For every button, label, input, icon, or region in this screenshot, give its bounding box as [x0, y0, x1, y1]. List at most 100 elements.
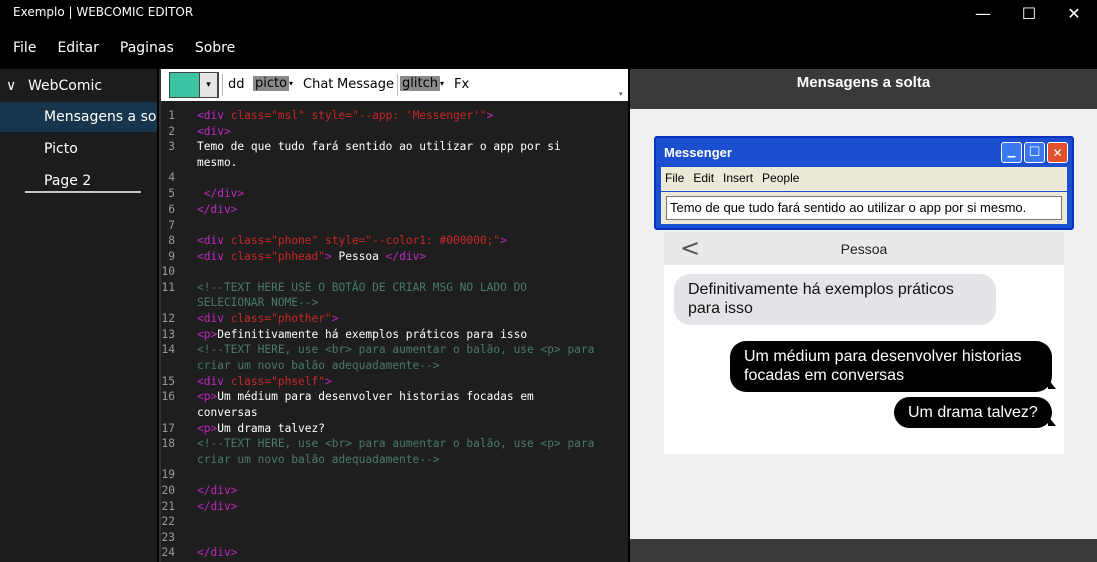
code-string: "msl" [271, 109, 312, 122]
window-title: Exemplo | WEBCOMIC EDITOR [13, 5, 194, 19]
messenger-status-field[interactable]: Temo de que tudo fará sentido ao utiliza… [666, 196, 1062, 220]
code-line: <div class="phone" style="--color1: #000… [197, 234, 628, 247]
code-string: "phhead" [271, 250, 325, 263]
code-line: <p>Um drama talvez? [197, 422, 628, 435]
code-line: <div> [197, 125, 231, 138]
code-comment: criar um novo balão adequadamente--> [197, 359, 440, 372]
minimize-icon: ▁ [1007, 147, 1016, 158]
messenger-menu-people[interactable]: People [762, 171, 799, 191]
phone-header: < Pessoa [664, 232, 1064, 265]
code-line: <div class="phother"> [197, 312, 628, 325]
line-number: 7 [168, 219, 175, 232]
message-line: Definitivamente há exemplos práticos [688, 281, 954, 298]
toolbar-divider [222, 74, 223, 96]
code-line: </div> [197, 203, 238, 216]
color-dropdown-button[interactable]: ▾ [199, 72, 218, 98]
messenger-menu-edit[interactable]: Edit [693, 171, 714, 191]
code-tag: > [331, 312, 339, 325]
messenger-maximize-button[interactable]: ☐ [1024, 142, 1045, 163]
menu-paginas[interactable]: Paginas [107, 34, 174, 62]
chevron-down-icon[interactable]: ∨ [6, 78, 16, 94]
code-comment: <!--TEXT HERE, use <br> para aumentar o … [197, 343, 595, 356]
menu-sobre[interactable]: Sobre [182, 34, 235, 62]
code-tag: > [500, 234, 507, 247]
dd-button[interactable]: dd [228, 77, 245, 92]
message-line: para isso [688, 300, 753, 317]
code-tag: </div> [385, 250, 427, 263]
picto-dropdown-icon[interactable]: ▾ [289, 79, 293, 88]
line-number: 14 [161, 343, 175, 356]
line-number: 1 [168, 109, 175, 122]
code-tag: <p> [197, 422, 218, 435]
code-attr: style= [325, 234, 366, 247]
phone-chat: < Pessoa Definitivamente há exemplos prá… [664, 232, 1064, 454]
tree-item-mensagens-a-solta[interactable]: Mensagens a solta [0, 102, 157, 132]
maximize-icon: ☐ [1028, 145, 1041, 160]
rename-underline [25, 191, 141, 193]
code-tag: <div [197, 375, 231, 388]
messenger-menu-insert[interactable]: Insert [723, 171, 753, 191]
message-button[interactable]: Message [337, 77, 394, 92]
code-tag: <p> [197, 390, 218, 403]
outgoing-message: Um médium para desenvolver historias foc… [730, 341, 1052, 392]
line-number: 21 [161, 500, 175, 513]
page-tree: ∨ WebComic Mensagens a solta Picto Page … [0, 69, 157, 562]
code-tag: > [325, 375, 332, 388]
code-comment: criar um novo balão adequadamente--> [197, 453, 440, 466]
line-number: 3 [168, 140, 175, 153]
glitch-button[interactable]: glitch [400, 76, 440, 91]
line-number: 17 [161, 422, 175, 435]
preview-footer [630, 539, 1097, 562]
code-text: Um drama talvez? [217, 422, 325, 435]
outgoing-message: Um drama talvez? [894, 397, 1052, 428]
tree-item-picto[interactable]: Picto [0, 134, 157, 164]
code-tag: <div [197, 109, 231, 122]
code-comment: <!--TEXT HERE USE O BOTÃO DE CRIAR MSG N… [197, 281, 528, 294]
messenger-menu-bar: File Edit Insert People [661, 167, 1067, 191]
code-tag: > [325, 250, 332, 263]
line-number: 10 [161, 265, 175, 278]
line-number: 15 [161, 375, 175, 388]
message-line: Um drama talvez? [908, 404, 1038, 421]
minimize-button[interactable]: — [960, 0, 1006, 26]
code-tag: <div [197, 234, 231, 247]
messenger-menu-file[interactable]: File [665, 171, 684, 191]
chat-button[interactable]: Chat [303, 77, 333, 92]
bubble-tail [1048, 416, 1056, 426]
code-tag: > [486, 109, 494, 122]
editor-toolbar: ▾ dd picto ▾ Chat Message glitch ▾ Fx ▾ [161, 69, 628, 101]
code-line: conversas [197, 406, 258, 419]
tree-root-webcomic[interactable]: ∨ WebComic [0, 75, 157, 99]
code-line: </div> [197, 187, 245, 200]
line-number: 2 [168, 125, 175, 138]
incoming-message: Definitivamente há exemplos práticos par… [674, 274, 996, 325]
messenger-status-area: Temo de que tudo fará sentido ao utiliza… [661, 192, 1067, 224]
messenger-title: Messenger [664, 145, 732, 160]
line-number: 19 [161, 468, 175, 481]
preview-title: Mensagens a solta [796, 74, 931, 91]
code-editor[interactable]: ▾ dd picto ▾ Chat Message glitch ▾ Fx ▾ … [159, 69, 628, 562]
glitch-dropdown-icon[interactable]: ▾ [440, 79, 444, 88]
code-line: <p>Definitivamente há exemplos práticos … [197, 328, 628, 341]
messenger-window: Messenger ▁ ☐ ✕ File Edit Insert People … [654, 136, 1074, 230]
toolbar-overflow-icon[interactable]: ▾ [619, 90, 623, 98]
menu-file[interactable]: File [0, 34, 36, 62]
messenger-minimize-button[interactable]: ▁ [1001, 142, 1022, 163]
messenger-close-button[interactable]: ✕ [1047, 142, 1068, 163]
menu-editar[interactable]: Editar [44, 34, 98, 62]
code-attr: class= [230, 109, 272, 122]
fx-button[interactable]: Fx [454, 77, 469, 92]
close-icon: ✕ [1067, 3, 1081, 23]
picto-button[interactable]: picto [253, 76, 290, 91]
line-number: 16 [161, 390, 175, 403]
code-line: mesmo. [197, 156, 238, 169]
maximize-icon: ☐ [1021, 3, 1037, 23]
close-button[interactable]: ✕ [1051, 0, 1097, 26]
code-line: <div class="msl" style="--app: 'Messenge… [197, 109, 628, 122]
code-text: Um médium para desenvolver historias foc… [217, 390, 534, 403]
maximize-button[interactable]: ☐ [1006, 0, 1052, 26]
line-number: 12 [161, 312, 175, 325]
code-tag: <p> [197, 328, 218, 341]
code-line: </div> [197, 484, 238, 497]
code-attr: class= [230, 312, 272, 325]
